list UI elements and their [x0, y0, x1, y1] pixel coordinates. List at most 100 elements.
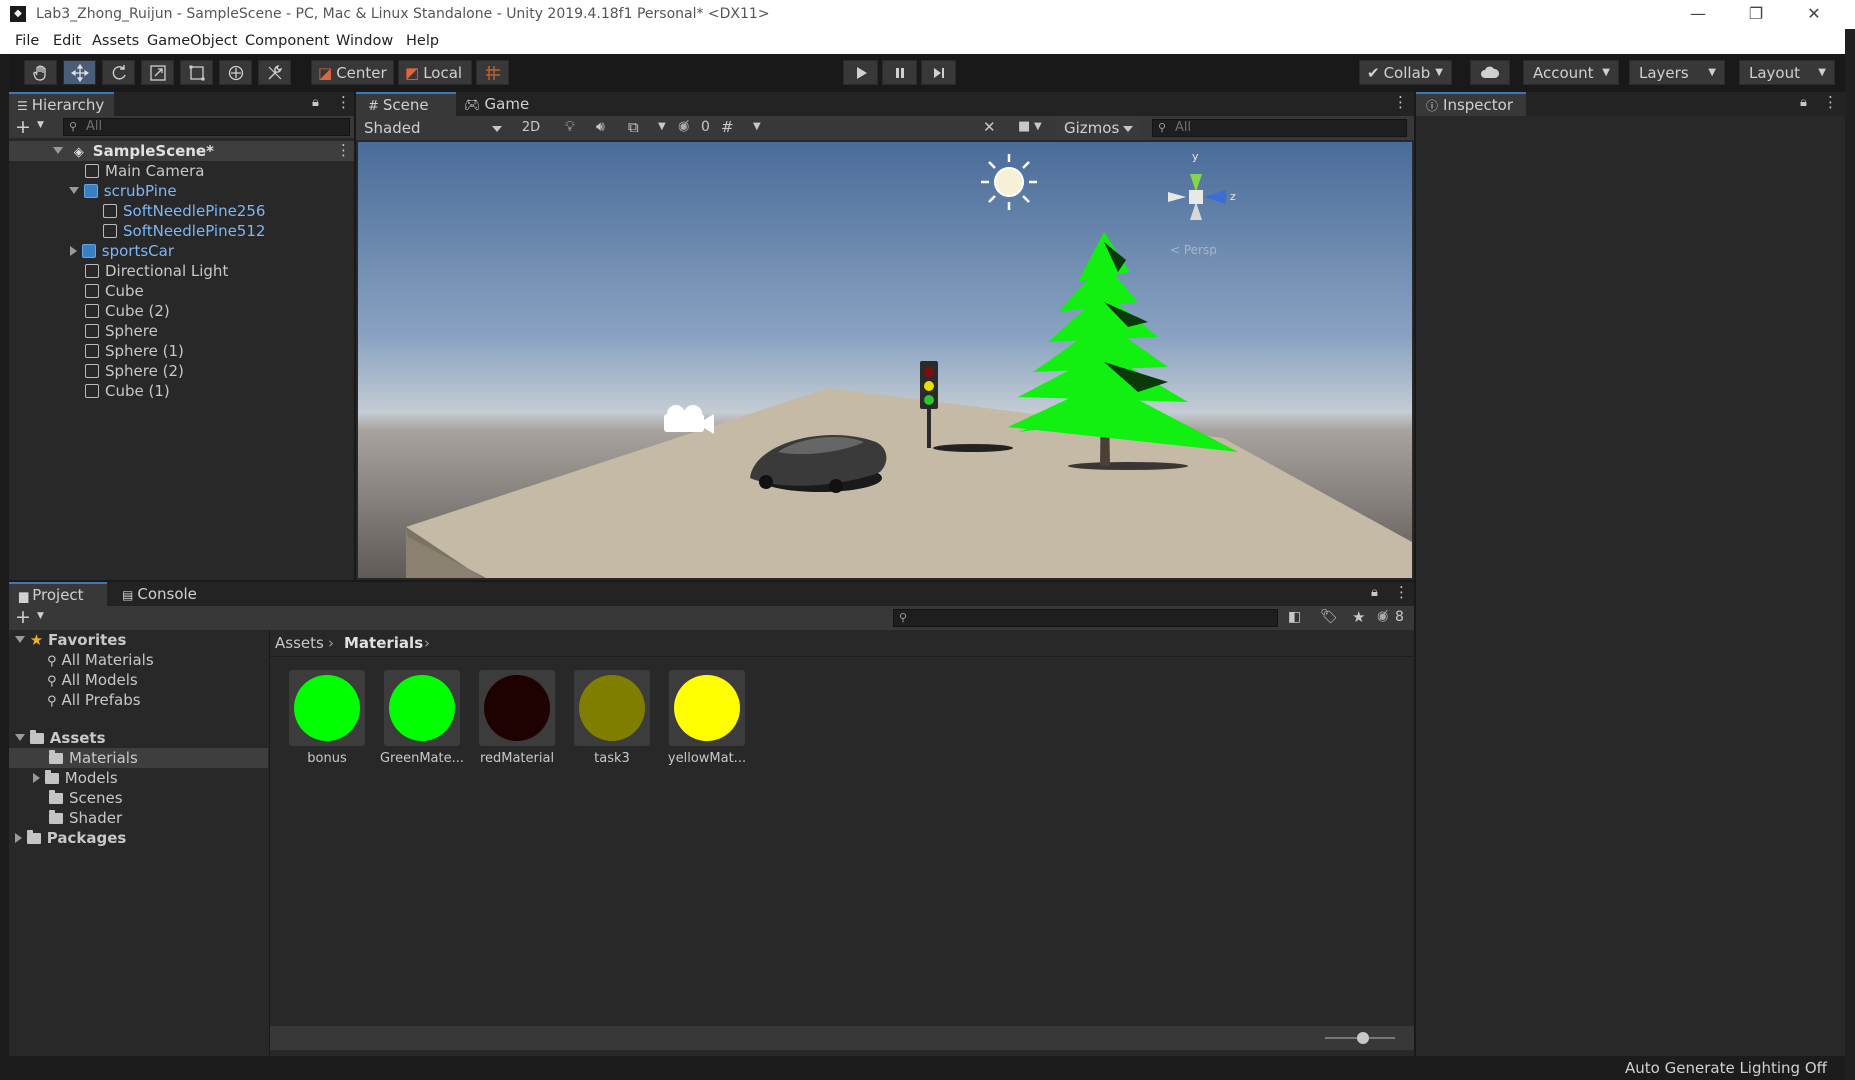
hand-tool-button[interactable] [24, 60, 57, 85]
kebab-menu-icon[interactable]: ⋮ [336, 93, 351, 111]
close-button[interactable]: ✕ [1794, 2, 1834, 26]
move-tool-button[interactable] [63, 60, 96, 85]
step-button[interactable] [921, 60, 956, 85]
lock-icon[interactable]: 🔒︎ [1371, 585, 1378, 600]
kebab-menu-icon[interactable]: ⋮ [1823, 93, 1838, 111]
layout-dropdown[interactable]: Layout ▼ [1739, 60, 1835, 85]
tab-project[interactable]: ▆ Project [9, 582, 107, 606]
transform-tool-button[interactable] [219, 60, 252, 85]
tab-console[interactable]: ▤ Console [122, 582, 222, 606]
grid-icon[interactable]: # [721, 118, 734, 136]
rect-tool-button[interactable] [180, 60, 213, 85]
pivot-center-button[interactable]: ◪ Center [311, 60, 394, 85]
hierarchy-item-sphere[interactable]: Sphere [85, 321, 158, 341]
tree-item-shader[interactable]: Shader [49, 808, 122, 828]
favorite-all-materials[interactable]: ⚲ All Materials [47, 650, 154, 670]
pause-button[interactable] [882, 60, 917, 85]
tree-item-models[interactable]: Models [33, 768, 118, 788]
scene-search-input[interactable]: ⚲ All [1152, 119, 1407, 137]
tools-icon[interactable]: ✕ [983, 118, 996, 136]
hierarchy-item-cube[interactable]: Cube [85, 281, 144, 301]
hierarchy-item-main-camera[interactable]: Main Camera [85, 161, 204, 181]
menu-component[interactable]: Component [245, 33, 329, 49]
tab-game[interactable]: 🎮︎ Game [464, 92, 544, 116]
favorites-header[interactable]: ★ Favorites [15, 630, 126, 650]
minimize-button[interactable]: — [1678, 2, 1718, 26]
hierarchy-item-sportscar[interactable]: sportsCar [70, 241, 174, 261]
tab-hierarchy[interactable]: ☰ Hierarchy [9, 92, 114, 116]
restore-button[interactable]: ❐ [1736, 2, 1776, 26]
menu-window[interactable]: Window [336, 33, 393, 49]
hierarchy-item-cube-2[interactable]: Cube (2) [85, 301, 170, 321]
lock-icon[interactable]: 🔒︎ [1800, 95, 1807, 110]
hierarchy-search-input[interactable]: ⚲ All [63, 118, 350, 136]
cloud-button[interactable] [1470, 60, 1510, 85]
assets-header[interactable]: Assets [15, 728, 106, 748]
menu-file[interactable]: File [15, 33, 39, 49]
add-icon[interactable]: + [15, 606, 31, 628]
scene-root[interactable]: ◈ SampleScene* [53, 141, 214, 161]
account-dropdown[interactable]: Account ▼ [1523, 60, 1619, 85]
project-search-input[interactable]: ⚲ [893, 609, 1278, 627]
rotate-tool-button[interactable] [102, 60, 135, 85]
custom-tool-button[interactable] [258, 60, 291, 85]
hierarchy-item-softneedlepine512[interactable]: SoftNeedlePine512 [103, 221, 265, 241]
2d-toggle[interactable]: 2D [516, 118, 546, 138]
hidden-count[interactable]: 8 [1395, 609, 1404, 625]
material-redmaterial[interactable] [479, 670, 555, 746]
tab-scene[interactable]: # Scene [356, 92, 456, 116]
packages-header[interactable]: Packages [15, 828, 126, 848]
menu-help[interactable]: Help [406, 33, 439, 49]
zoom-slider-thumb[interactable] [1357, 1032, 1369, 1044]
add-icon[interactable]: + [15, 116, 31, 138]
lighting-icon[interactable]: 💡︎ [565, 119, 575, 135]
material-task3[interactable] [574, 670, 650, 746]
gizmos-dropdown[interactable]: Gizmos [1056, 117, 1141, 139]
grid-snap-button[interactable] [476, 60, 509, 85]
chevron-down-icon[interactable]: ▼ [37, 120, 44, 130]
material-yellowmaterial[interactable] [669, 670, 745, 746]
chevron-down-icon[interactable]: ▼ [37, 611, 44, 621]
effects-icon[interactable]: ⧉ [628, 118, 639, 136]
hierarchy-item-cube-1[interactable]: Cube (1) [85, 381, 170, 401]
star-icon[interactable]: ★ [1352, 608, 1365, 626]
chevron-down-icon[interactable]: ▼ [658, 121, 666, 132]
hierarchy-item-sphere-1[interactable]: Sphere (1) [85, 341, 184, 361]
scale-tool-button[interactable] [141, 60, 174, 85]
persp-label[interactable]: < Persp [1170, 243, 1217, 257]
hierarchy-item-softneedlepine256[interactable]: SoftNeedlePine256 [103, 201, 265, 221]
chevron-down-icon[interactable]: ▼ [1034, 121, 1042, 132]
material-bonus[interactable] [289, 670, 365, 746]
breadcrumb-assets[interactable]: Assets [275, 630, 324, 656]
chevron-down-icon[interactable]: ▼ [753, 121, 761, 132]
menu-assets[interactable]: Assets [92, 33, 139, 49]
tab-inspector[interactable]: ⓘ Inspector [1416, 92, 1526, 116]
play-button[interactable] [843, 60, 878, 85]
kebab-menu-icon[interactable]: ⋮ [336, 141, 351, 159]
hierarchy-item-scrubpine[interactable]: scrubPine [69, 181, 177, 201]
lock-icon[interactable]: 🔒︎ [312, 95, 319, 110]
menu-gameobject[interactable]: GameObject [147, 33, 237, 49]
breadcrumb-materials[interactable]: Materials [344, 630, 423, 656]
hidden-count[interactable]: 0 [701, 119, 710, 135]
audio-icon[interactable]: 🔊︎ [596, 119, 605, 135]
search-by-type-icon[interactable]: ◧ [1288, 609, 1301, 625]
collab-dropdown[interactable]: ✔ Collab ▼ [1359, 60, 1452, 85]
hierarchy-item-directional-light[interactable]: Directional Light [85, 261, 228, 281]
hierarchy-item-sphere-2[interactable]: Sphere (2) [85, 361, 184, 381]
material-greenmaterial[interactable] [384, 670, 460, 746]
draw-mode-dropdown[interactable]: Shaded [356, 117, 510, 139]
tree-item-scenes[interactable]: Scenes [49, 788, 123, 808]
camera-icon[interactable]: ■ [1018, 119, 1030, 134]
favorite-all-prefabs[interactable]: ⚲ All Prefabs [47, 690, 141, 710]
tree-item-materials[interactable]: Materials [49, 748, 138, 768]
menu-edit[interactable]: Edit [53, 33, 81, 49]
kebab-menu-icon[interactable]: ⋮ [1393, 93, 1408, 111]
scene-viewport[interactable]: y z < Persp [358, 142, 1412, 578]
label-tag-icon[interactable]: 🏷︎ [1320, 609, 1338, 625]
favorite-all-models[interactable]: ⚲ All Models [47, 670, 138, 690]
kebab-menu-icon[interactable]: ⋮ [1394, 583, 1409, 601]
lighting-status[interactable]: Auto Generate Lighting Off [1625, 1059, 1827, 1077]
layers-dropdown[interactable]: Layers ▼ [1629, 60, 1725, 85]
pivot-local-button[interactable]: ◩ Local [398, 60, 472, 85]
